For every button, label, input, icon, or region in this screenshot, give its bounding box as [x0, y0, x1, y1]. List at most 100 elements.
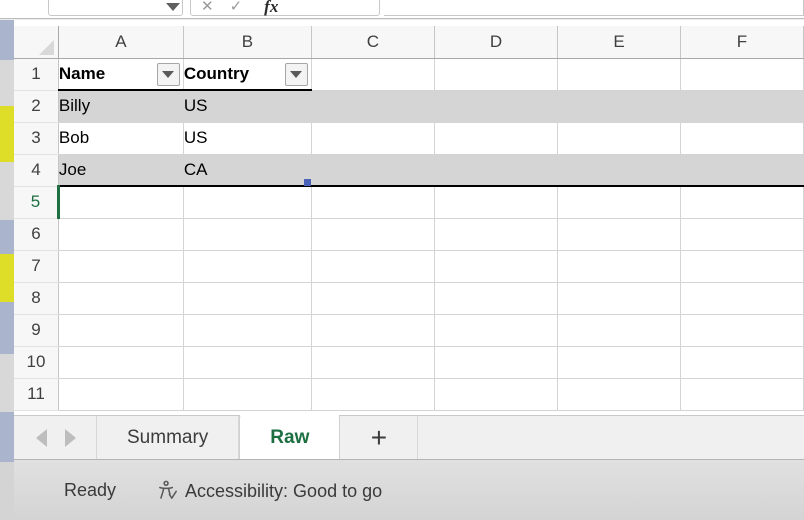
row-header-1[interactable]: 1 [14, 58, 59, 91]
select-all-button[interactable] [14, 26, 59, 59]
previous-sheet-icon[interactable] [36, 428, 47, 447]
cell-A6[interactable] [58, 218, 184, 251]
cell-B5[interactable] [183, 186, 312, 219]
cell-F4[interactable] [680, 154, 804, 187]
cell-E8[interactable] [557, 282, 681, 315]
cell-E3[interactable] [557, 122, 681, 155]
cell-F5[interactable] [680, 186, 804, 219]
column-header-A[interactable]: A [58, 26, 184, 59]
cell-E1[interactable] [557, 58, 681, 91]
name-box-dropdown-icon[interactable] [164, 0, 182, 15]
cell-D5[interactable] [434, 186, 559, 219]
cell-B9[interactable] [183, 314, 312, 347]
cell-C5[interactable] [311, 186, 435, 219]
cell-A8[interactable] [58, 282, 184, 315]
cell-A5[interactable] [57, 185, 184, 219]
fill-handle[interactable] [304, 179, 312, 186]
name-box[interactable] [48, 0, 183, 16]
cell-E9[interactable] [557, 314, 681, 347]
filter-dropdown-B[interactable] [284, 62, 308, 86]
row-header-7[interactable]: 7 [14, 250, 59, 283]
cell-C10[interactable] [311, 346, 435, 379]
row-header-3[interactable]: 3 [14, 122, 59, 155]
cancel-formula-button[interactable]: ✕ [201, 0, 214, 14]
confirm-formula-button[interactable]: ✓ [230, 0, 243, 14]
cell-F3[interactable] [680, 122, 804, 155]
cell-C9[interactable] [311, 314, 435, 347]
cell-B6[interactable] [183, 218, 312, 251]
add-sheet-button[interactable]: + [340, 416, 419, 459]
cell-A9[interactable] [58, 314, 184, 347]
cell-B3[interactable]: US [183, 122, 312, 155]
column-header-C[interactable]: C [311, 26, 435, 59]
column-header-E[interactable]: E [557, 26, 681, 59]
accessibility-status[interactable]: Accessibility: Good to go [156, 480, 382, 502]
cell-A11[interactable] [58, 378, 184, 411]
cell-D2[interactable] [434, 90, 559, 123]
cell-F9[interactable] [680, 314, 804, 347]
cell-D1[interactable] [434, 58, 559, 91]
column-header-F[interactable]: F [680, 26, 804, 59]
cell-C7[interactable] [311, 250, 435, 283]
column-header-D[interactable]: D [434, 26, 559, 59]
cell-A1[interactable]: Name [58, 58, 184, 91]
cell-A4[interactable]: Joe [58, 154, 184, 187]
cell-A7[interactable] [58, 250, 184, 283]
cell-F2[interactable] [680, 90, 804, 123]
cell-B1[interactable]: Country [183, 58, 312, 91]
cell-C4[interactable] [311, 154, 435, 187]
cell-B2[interactable]: US [183, 90, 312, 123]
cell-E11[interactable] [557, 378, 681, 411]
cell-D11[interactable] [434, 378, 559, 411]
cell-D3[interactable] [434, 122, 559, 155]
row-header-4[interactable]: 4 [14, 154, 59, 187]
cell-E5[interactable] [557, 186, 681, 219]
cell-E7[interactable] [557, 250, 681, 283]
cell-C1[interactable] [311, 58, 435, 91]
row-header-6[interactable]: 6 [14, 218, 59, 251]
sheet-tab-raw[interactable]: Raw [239, 414, 341, 459]
filter-dropdown-A[interactable] [156, 62, 180, 86]
cell-D10[interactable] [434, 346, 559, 379]
sheet-table: ABCDEF 1 Name Country 2 Billy US 3 Bob US 4 Joe CA 5… [14, 26, 804, 411]
cell-D9[interactable] [434, 314, 559, 347]
cell-B8[interactable] [183, 282, 312, 315]
cell-B7[interactable] [183, 250, 312, 283]
next-sheet-icon[interactable] [65, 428, 76, 447]
cell-E10[interactable] [557, 346, 681, 379]
cell-C2[interactable] [311, 90, 435, 123]
cell-D8[interactable] [434, 282, 559, 315]
cell-E6[interactable] [557, 218, 681, 251]
cell-B11[interactable] [183, 378, 312, 411]
row-header-11[interactable]: 11 [14, 378, 59, 411]
cell-E2[interactable] [557, 90, 681, 123]
cell-E4[interactable] [557, 154, 681, 187]
cell-A3[interactable]: Bob [58, 122, 184, 155]
cell-B10[interactable] [183, 346, 312, 379]
column-header-B[interactable]: B [183, 26, 312, 59]
formula-input[interactable] [384, 0, 804, 16]
cell-C8[interactable] [311, 282, 435, 315]
cell-B4[interactable]: CA [183, 154, 312, 187]
row-header-5[interactable]: 5 [14, 186, 60, 219]
row-header-8[interactable]: 8 [14, 282, 59, 315]
cell-F6[interactable] [680, 218, 804, 251]
insert-function-icon[interactable]: fx [264, 0, 278, 15]
cell-F1[interactable] [680, 58, 804, 91]
cell-D6[interactable] [434, 218, 559, 251]
cell-D4[interactable] [434, 154, 559, 187]
cell-F8[interactable] [680, 282, 804, 315]
cell-F7[interactable] [680, 250, 804, 283]
cell-F11[interactable] [680, 378, 804, 411]
cell-A2[interactable]: Billy [58, 90, 184, 123]
row-header-10[interactable]: 10 [14, 346, 59, 379]
cell-C11[interactable] [311, 378, 435, 411]
cell-D7[interactable] [434, 250, 559, 283]
row-header-9[interactable]: 9 [14, 314, 59, 347]
row-header-2[interactable]: 2 [14, 90, 59, 123]
cell-C6[interactable] [311, 218, 435, 251]
cell-F10[interactable] [680, 346, 804, 379]
sheet-tab-summary[interactable]: Summary [97, 416, 240, 459]
cell-C3[interactable] [311, 122, 435, 155]
cell-A10[interactable] [58, 346, 184, 379]
